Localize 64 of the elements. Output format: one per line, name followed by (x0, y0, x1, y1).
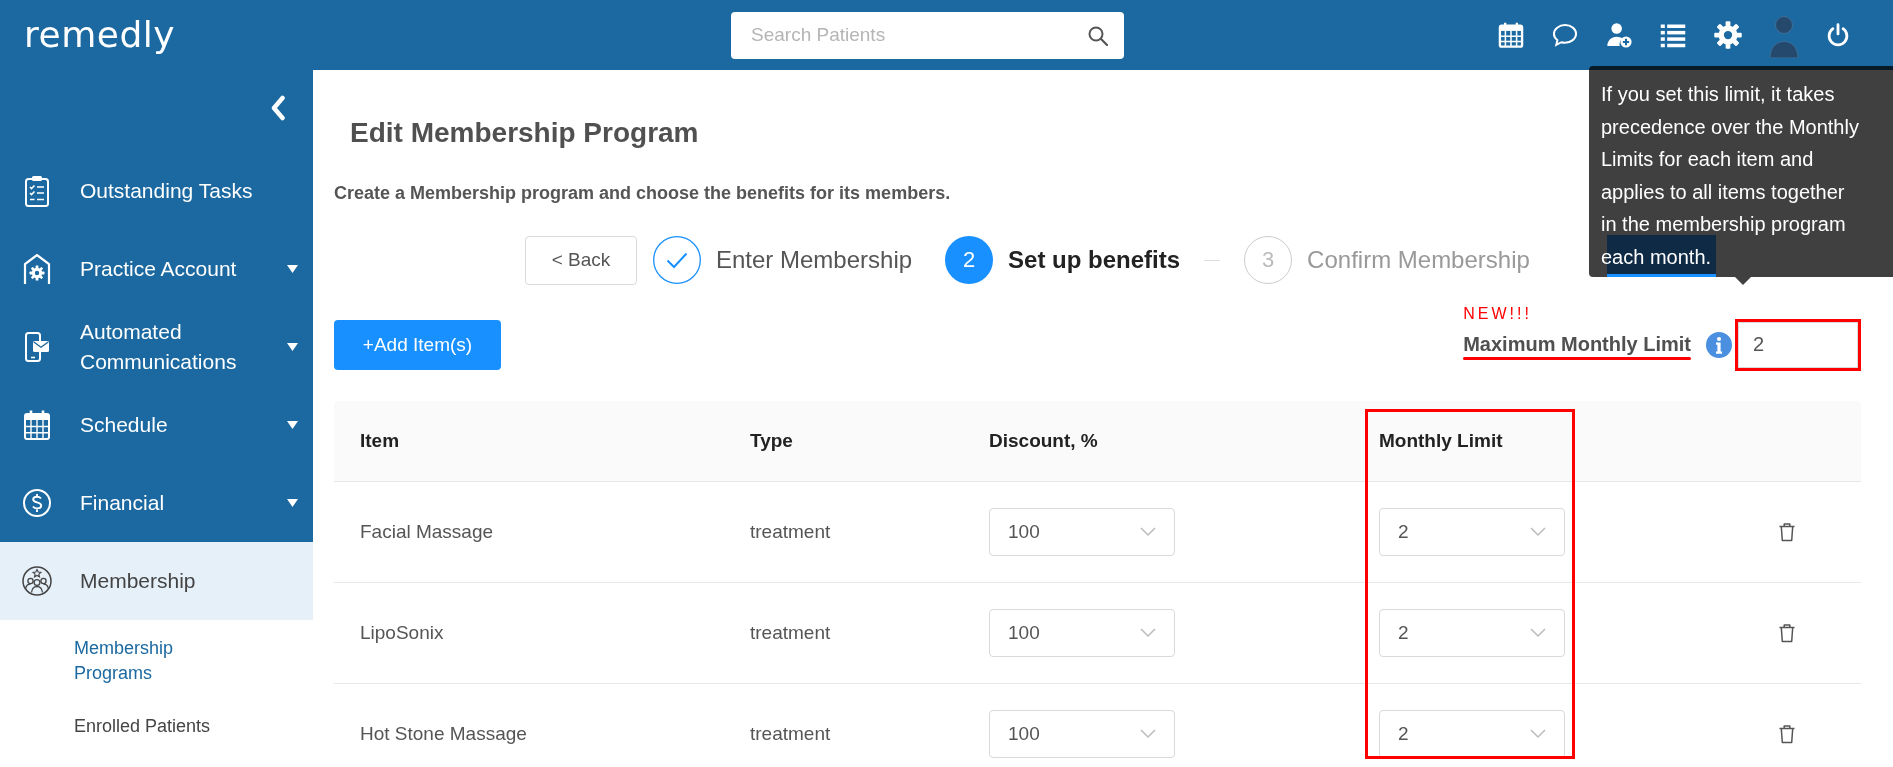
step-number: 3 (1244, 236, 1293, 284)
search-icon[interactable] (1088, 25, 1108, 46)
sidebar-item[interactable]: Schedule (0, 386, 313, 464)
caret-down-icon[interactable] (287, 343, 298, 351)
chevron-down-icon (1530, 527, 1546, 537)
chevron-down-icon (1140, 628, 1156, 638)
sidebar-subitem[interactable]: Enrolled Patients (74, 714, 211, 739)
phone-envelope-icon (22, 330, 52, 364)
select-field[interactable]: 2 (1379, 508, 1565, 556)
tooltip-text: If you set this limit, it takes precedence over the Monthly Limits for each item and applies to all items together in the membership program each month. (1601, 82, 1859, 270)
table-cell: treatment (750, 621, 831, 645)
clipboard-icon (22, 174, 52, 208)
trash-icon[interactable] (1778, 623, 1796, 643)
column-header: Monthly Limit (1379, 429, 1503, 453)
sidebar-item[interactable]: Automated Communications (0, 308, 313, 386)
user-plus-icon[interactable] (1605, 21, 1633, 49)
page-title: Edit Membership Program (350, 116, 699, 150)
logo: remedly (24, 13, 176, 57)
chevron-down-icon (1140, 527, 1156, 537)
sidebar-item[interactable]: Membership (0, 542, 313, 620)
step-number: 2 (945, 236, 994, 284)
select-field[interactable]: 2 (1379, 710, 1565, 758)
new-label: NEW!!! (1463, 305, 1532, 323)
table-cell: treatment (750, 722, 831, 746)
select-field[interactable]: 100 (989, 710, 1175, 758)
caret-down-icon[interactable] (287, 499, 298, 507)
table-cell: Facial Massage (360, 520, 494, 544)
calendar-icon (22, 408, 52, 442)
input-field[interactable]: 2 (1738, 321, 1858, 368)
dollar-icon (22, 486, 52, 520)
table-cell: Hot Stone Massage (360, 722, 527, 746)
search-field[interactable]: Search Patients (731, 11, 1124, 59)
power-icon[interactable] (1825, 22, 1851, 48)
step-label: Enter Membership (716, 246, 913, 274)
column-header: Type (750, 429, 793, 453)
chevron-left-icon[interactable] (270, 95, 286, 121)
chevron-down-icon (1530, 628, 1546, 638)
step-label: Set up benefits (1008, 246, 1181, 274)
sidebar-item[interactable]: Financial (0, 464, 313, 542)
page-subtitle: Create a Membership program and choose the benefits for its members. (334, 182, 951, 204)
chevron-down-icon (1140, 729, 1156, 739)
table-cell: treatment (750, 520, 831, 544)
select-field[interactable]: 100 (989, 609, 1175, 657)
trash-icon[interactable] (1778, 522, 1796, 542)
chat-bubble-icon[interactable] (1551, 21, 1579, 49)
sidebar-item[interactable]: Practice Account (0, 230, 313, 308)
select-field[interactable]: 2 (1379, 609, 1565, 657)
table-cell: LipoSonix (360, 621, 444, 645)
back-button[interactable]: < Back (525, 235, 637, 285)
house-gear-icon (22, 252, 52, 286)
sidebar-subitem[interactable]: Membership Programs (74, 636, 224, 686)
info-icon[interactable] (1706, 331, 1732, 358)
trash-icon[interactable] (1778, 724, 1796, 744)
sidebar-item[interactable]: Outstanding Tasks (0, 152, 313, 230)
column-header: Item (360, 429, 400, 453)
settings-icon[interactable] (1713, 20, 1743, 50)
chevron-down-icon (1530, 729, 1546, 739)
select-field[interactable]: 100 (989, 508, 1175, 556)
caret-down-icon[interactable] (287, 265, 298, 273)
caret-down-icon[interactable] (287, 421, 298, 429)
calendar-icon[interactable] (1497, 21, 1525, 49)
field-label: Maximum Monthly Limit (1463, 333, 1691, 355)
step-label: Confirm Membership (1307, 246, 1530, 274)
column-header: Discount, % (989, 429, 1098, 453)
